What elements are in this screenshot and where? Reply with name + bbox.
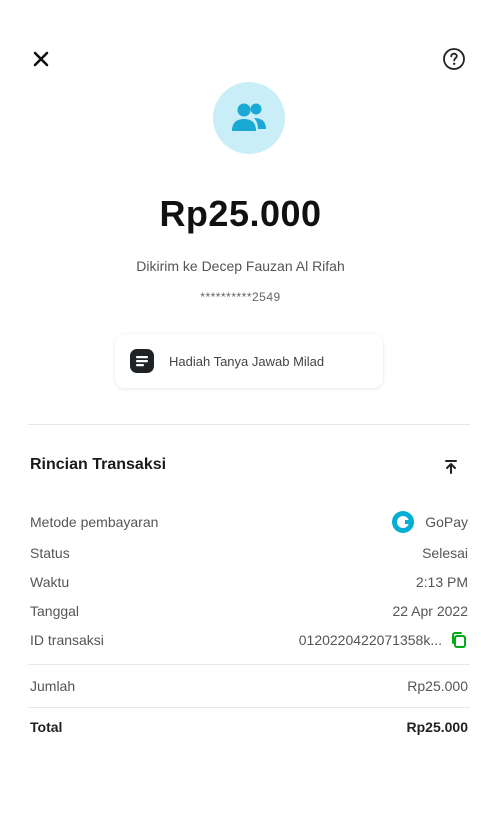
detail-row-date: Tanggal 22 Apr 2022 — [30, 598, 468, 624]
note-text: Hadiah Tanya Jawab Milad — [169, 353, 325, 369]
collapse-up-icon — [445, 460, 457, 474]
recipient-account: **********2549 — [200, 290, 281, 304]
detail-label: Waktu — [30, 574, 70, 590]
detail-value: Selesai — [422, 545, 468, 561]
row-divider — [28, 707, 470, 708]
detail-value: 2:13 PM — [415, 574, 468, 590]
detail-value: GoPay — [391, 510, 468, 534]
close-button[interactable] — [26, 44, 56, 74]
copy-icon[interactable] — [450, 631, 468, 649]
detail-label: Metode pembayaran — [30, 514, 159, 530]
recipient-text: Dikirim ke Decep Fauzan Al Rifah — [136, 258, 345, 274]
detail-label: Jumlah — [30, 678, 76, 694]
section-divider — [28, 424, 470, 425]
detail-value: Rp25.000 — [407, 678, 468, 694]
transaction-details: Rincian Transaksi Metode pembayaran GoPa… — [0, 434, 481, 774]
detail-row-amount: Jumlah Rp25.000 — [30, 673, 468, 699]
detail-row-payment-method: Metode pembayaran GoPay — [30, 509, 468, 535]
total-label: Total — [30, 719, 63, 735]
details-title: Rincian Transaksi — [30, 456, 167, 473]
people-icon — [232, 103, 266, 131]
help-circle-icon — [443, 48, 465, 70]
collapse-details-button[interactable] — [438, 454, 464, 480]
detail-row-time: Waktu 2:13 PM — [30, 569, 468, 595]
transfer-amount: Rp25.000 — [159, 193, 322, 234]
row-divider — [28, 664, 470, 665]
detail-label: Tanggal — [30, 603, 80, 619]
detail-row-total: Total Rp25.000 — [30, 714, 468, 740]
detail-label: Status — [30, 545, 70, 561]
detail-value: 0120220422071358k... — [299, 631, 468, 649]
help-button[interactable] — [441, 46, 467, 72]
recipient-avatar — [213, 82, 285, 154]
detail-label: ID transaksi — [30, 632, 104, 648]
gopay-icon — [392, 511, 415, 533]
close-icon — [33, 51, 49, 67]
detail-row-status: Status Selesai — [30, 540, 468, 566]
note-icon — [130, 349, 154, 373]
detail-row-transaction-id: ID transaksi 0120220422071358k... — [30, 627, 468, 653]
detail-value: 22 Apr 2022 — [392, 603, 468, 619]
total-value: Rp25.000 — [406, 719, 468, 735]
transfer-note: Hadiah Tanya Jawab Milad — [115, 334, 383, 388]
